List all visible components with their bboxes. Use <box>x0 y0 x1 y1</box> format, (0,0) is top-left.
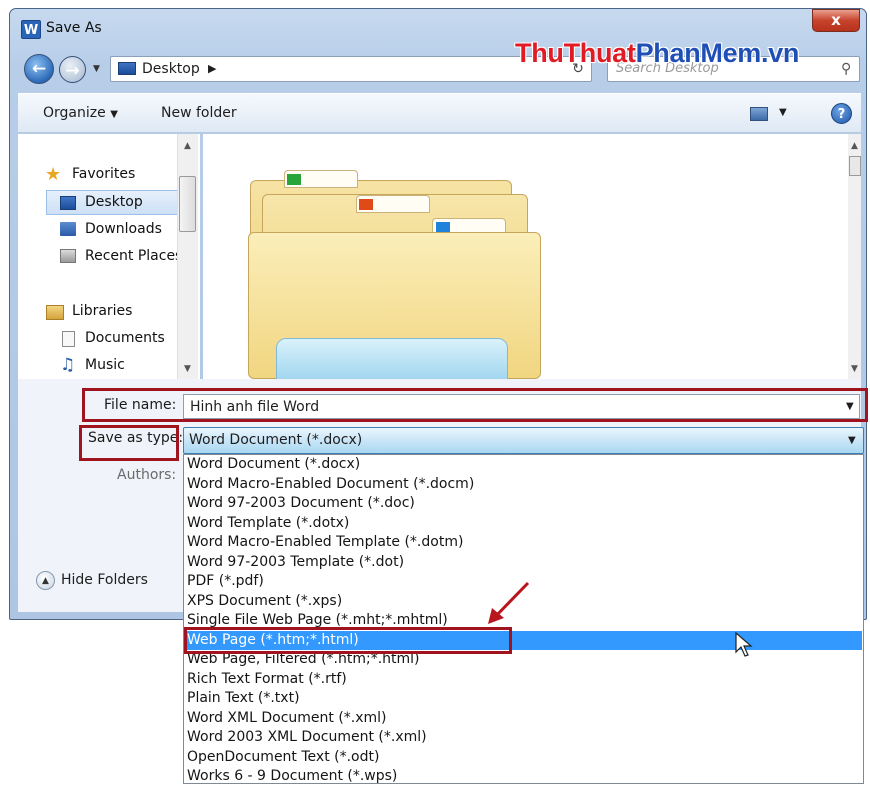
watermark-part: Thu <box>515 38 564 68</box>
watermark-part: Mem <box>700 38 762 68</box>
nav-item-recent-places[interactable]: Recent Places <box>85 248 177 264</box>
scroll-down-icon[interactable]: ▼ <box>851 364 858 374</box>
organize-label: Organize <box>43 105 106 121</box>
mouse-pointer-icon <box>735 632 753 657</box>
downloads-folder-icon <box>60 222 76 236</box>
folder-color-chip <box>359 199 373 210</box>
authors-label: Authors: <box>117 467 177 483</box>
desktop-icon <box>60 196 76 210</box>
save-type-option[interactable]: Word Macro-Enabled Document (*.docm) <box>186 475 862 495</box>
search-icon[interactable]: ⚲ <box>841 61 851 77</box>
save-type-option[interactable]: Plain Text (*.txt) <box>186 689 862 709</box>
scroll-up-icon[interactable]: ▲ <box>851 141 858 151</box>
scroll-down-icon[interactable]: ▼ <box>184 364 191 374</box>
nav-item-desktop[interactable]: Desktop <box>85 194 143 210</box>
desktop-icon <box>118 62 136 75</box>
libraries-icon <box>46 305 64 320</box>
hide-folders-button[interactable]: Hide Folders <box>61 572 148 588</box>
save-type-option[interactable]: Word Macro-Enabled Template (*.dotm) <box>186 533 862 553</box>
content-scrollbar-thumb[interactable] <box>849 156 861 176</box>
annotation-highlight-box <box>82 388 868 422</box>
new-folder-button[interactable]: New folder <box>161 105 237 121</box>
watermark-logo: ThuThuatPhanMem.vn <box>515 38 799 69</box>
back-button[interactable]: ← <box>24 54 54 84</box>
nav-item-downloads[interactable]: Downloads <box>85 221 162 237</box>
word-app-icon: W <box>21 20 41 39</box>
forward-button[interactable]: → <box>59 56 86 83</box>
save-type-option[interactable]: Word 97-2003 Document (*.doc) <box>186 494 862 514</box>
chevron-down-icon: ▼ <box>110 109 118 120</box>
breadcrumb-desktop[interactable]: Desktop <box>142 61 200 77</box>
save-type-option[interactable]: Word Document (*.docx) <box>186 455 862 475</box>
annotation-highlight-box <box>79 425 179 461</box>
breadcrumb-chevron-icon[interactable]: ▶ <box>208 62 216 75</box>
command-bar <box>18 93 861 133</box>
recent-locations-dropdown-icon[interactable]: ▼ <box>93 64 100 74</box>
nav-item-documents[interactable]: Documents <box>85 330 165 346</box>
documents-icon <box>62 331 75 347</box>
favorites-star-icon: ★ <box>45 164 62 185</box>
help-icon[interactable]: ? <box>831 103 852 124</box>
save-type-option[interactable]: Word 2003 XML Document (*.xml) <box>186 728 862 748</box>
folder-color-chip <box>287 174 301 185</box>
save-type-option[interactable]: OpenDocument Text (*.odt) <box>186 748 862 768</box>
nav-scrollbar-thumb[interactable] <box>179 176 196 232</box>
nav-scrollbar[interactable] <box>177 134 198 379</box>
chevron-down-icon[interactable]: ▼ <box>779 107 787 118</box>
folder-preview-image <box>276 338 508 383</box>
watermark-part: Thuat <box>563 38 636 68</box>
organize-button[interactable]: Organize ▼ <box>43 105 118 121</box>
annotation-highlight-box <box>184 627 512 654</box>
nav-item-favorites[interactable]: Favorites <box>72 166 135 182</box>
collapse-up-icon[interactable]: ▲ <box>36 571 55 590</box>
window-title: Save As <box>46 20 102 36</box>
nav-item-music[interactable]: Music <box>85 357 125 373</box>
change-view-icon[interactable] <box>750 107 768 121</box>
annotation-arrow-icon <box>488 581 530 624</box>
scroll-up-icon[interactable]: ▲ <box>184 141 191 151</box>
save-as-type-select[interactable]: Word Document (*.docx) <box>183 427 864 454</box>
recent-places-icon <box>60 249 76 263</box>
watermark-part: Phan <box>635 38 701 68</box>
save-type-option[interactable]: Word Template (*.dotx) <box>186 514 862 534</box>
save-type-option[interactable]: Word XML Document (*.xml) <box>186 709 862 729</box>
save-type-option[interactable]: Rich Text Format (*.rtf) <box>186 670 862 690</box>
save-type-option[interactable]: Word 97-2003 Template (*.dot) <box>186 553 862 573</box>
music-note-icon: ♫ <box>60 355 76 375</box>
close-button[interactable]: x <box>812 9 860 32</box>
nav-item-libraries[interactable]: Libraries <box>72 303 132 319</box>
chevron-down-icon[interactable]: ▼ <box>848 435 856 446</box>
watermark-part: .vn <box>761 38 800 68</box>
save-type-option[interactable]: Works 6 - 9 Document (*.wps) <box>186 767 862 787</box>
